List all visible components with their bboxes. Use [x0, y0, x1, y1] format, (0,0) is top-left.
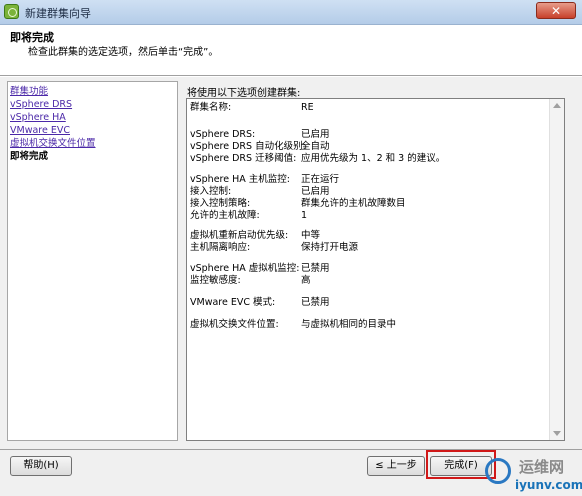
step-cluster-features[interactable]: 群集功能: [10, 85, 177, 98]
summary-label: 允许的主机故障:: [190, 210, 260, 221]
step-vsphere-drs[interactable]: vSphere DRS: [10, 98, 177, 111]
step-ready-to-complete: 即将完成: [10, 151, 49, 162]
summary-row: vSphere DRS: 已启用: [190, 129, 330, 141]
step-vsphere-ha[interactable]: vSphere HA: [10, 111, 177, 124]
wizard-body: 群集功能 vSphere DRS vSphere HA VMware EVC 虚…: [0, 76, 582, 450]
watermark-logo-icon: [485, 458, 511, 484]
summary-scrollbar[interactable]: [549, 99, 564, 440]
summary-row: 监控敏感度: 高: [190, 275, 311, 287]
summary-value: 群集允许的主机故障数目: [301, 198, 406, 209]
watermark-url: iyunv.com: [515, 478, 582, 492]
summary-row: 允许的主机故障: 1: [190, 210, 307, 222]
summary-row: 主机隔离响应: 保持打开电源: [190, 242, 358, 254]
summary-value: 高: [301, 275, 311, 286]
step-swapfile-location[interactable]: 虚拟机交换文件位置: [10, 137, 177, 150]
summary-value: 已禁用: [301, 263, 330, 274]
back-button[interactable]: ≤ 上一步: [367, 456, 425, 476]
summary-row: vSphere HA 主机监控: 正在运行: [190, 174, 339, 186]
summary-label: vSphere HA 虚拟机监控:: [190, 263, 300, 274]
summary-value: 与虚拟机相同的目录中: [301, 319, 397, 330]
summary-row: 虚拟机重新启动优先级: 中等: [190, 230, 320, 242]
summary-label: 虚拟机交换文件位置:: [190, 319, 279, 330]
summary-label: VMware EVC 模式:: [190, 297, 276, 308]
summary-row: 接入控制: 已启用: [190, 186, 330, 198]
summary-row: vSphere DRS 自动化级别: 全自动: [190, 141, 330, 153]
wizard-header: 即将完成 检查此群集的选定选项，然后单击“完成”。: [0, 25, 582, 76]
summary-row: 虚拟机交换文件位置: 与虚拟机相同的目录中: [190, 319, 396, 331]
summary-value: 全自动: [301, 141, 330, 152]
summary-row: VMware EVC 模式: 已禁用: [190, 297, 330, 309]
summary-value: 应用优先级为 1、2 和 3 的建议。: [301, 153, 446, 164]
wizard-app-icon: [4, 4, 19, 19]
wizard-steps-panel: 群集功能 vSphere DRS vSphere HA VMware EVC 虚…: [7, 81, 178, 441]
page-subtitle: 检查此群集的选定选项，然后单击“完成”。: [28, 47, 219, 58]
summary-value: 正在运行: [301, 174, 340, 185]
summary-label: vSphere DRS 自动化级别:: [190, 141, 306, 152]
summary-row: vSphere DRS 迁移阈值: 应用优先级为 1、2 和 3 的建议。: [190, 153, 445, 165]
summary-value: 保持打开电源: [301, 242, 359, 253]
summary-label: 主机隔离响应:: [190, 242, 251, 253]
watermark-name: 运维网: [519, 458, 565, 476]
title-bar: 新建群集向导 ✕: [0, 0, 582, 25]
summary-label: vSphere DRS 迁移阈值:: [190, 153, 297, 164]
summary-label: 监控敏感度:: [190, 275, 241, 286]
watermark: 运维网 iyunv.com: [485, 454, 582, 494]
summary-value: RE: [301, 102, 314, 113]
summary-label: 接入控制策略:: [190, 198, 251, 209]
summary-label: 虚拟机重新启动优先级:: [190, 230, 289, 241]
summary-row: 接入控制策略: 群集允许的主机故障数目: [190, 198, 406, 210]
summary-value: 已禁用: [301, 297, 330, 308]
close-button[interactable]: ✕: [536, 2, 576, 19]
summary-heading: 将使用以下选项创建群集:: [187, 88, 301, 99]
summary-value: 1: [301, 210, 308, 221]
summary-value: 已启用: [301, 186, 330, 197]
summary-row: 群集名称: RE: [190, 102, 314, 114]
summary-row: vSphere HA 虚拟机监控: 已禁用: [190, 263, 330, 275]
summary-value: 已启用: [301, 129, 330, 140]
help-button[interactable]: 帮助(H): [10, 456, 72, 476]
summary-label: 群集名称:: [190, 102, 232, 113]
summary-label: 接入控制:: [190, 186, 232, 197]
window-title: 新建群集向导: [25, 7, 91, 20]
summary-value: 中等: [301, 230, 321, 241]
summary-box: 群集名称: RE vSphere DRS: 已启用 vSphere DRS 自动化级…: [186, 98, 565, 441]
scroll-down-icon[interactable]: [553, 431, 561, 436]
summary-label: vSphere DRS:: [190, 129, 256, 140]
step-vmware-evc[interactable]: VMware EVC: [10, 124, 177, 137]
scroll-up-icon[interactable]: [553, 103, 561, 108]
summary-label: vSphere HA 主机监控:: [190, 174, 290, 185]
